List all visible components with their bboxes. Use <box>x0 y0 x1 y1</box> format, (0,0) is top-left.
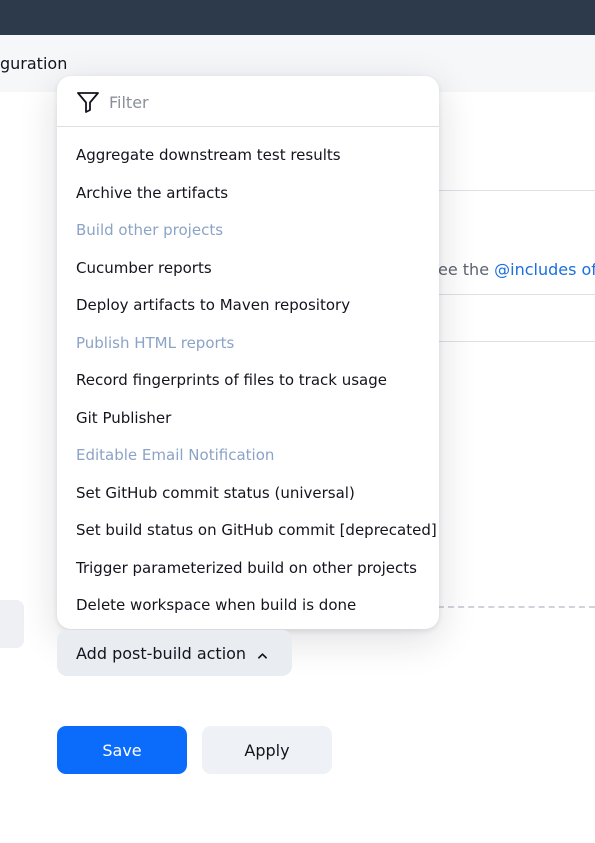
menu-item[interactable]: Set GitHub commit status (universal) <box>76 483 355 503</box>
filter-input[interactable] <box>109 89 409 115</box>
chevron-up-icon <box>258 652 267 659</box>
menu-item[interactable]: Aggregate downstream test results <box>76 145 341 165</box>
divider <box>438 341 595 342</box>
add-post-build-action-label: Add post-build action <box>76 643 247 663</box>
menu-item[interactable]: Trigger parameterized build on other pro… <box>76 558 417 578</box>
filter-row <box>57 76 439 127</box>
top-navigation-bar <box>0 0 595 35</box>
apply-button[interactable]: Apply <box>202 726 332 774</box>
menu-item[interactable]: Cucumber reports <box>76 258 212 278</box>
hint-prefix: ee the <box>438 260 495 279</box>
menu-item[interactable]: Git Publisher <box>76 408 171 428</box>
breadcrumb-current[interactable]: guration <box>0 54 67 73</box>
filter-icon <box>77 92 99 113</box>
save-button[interactable]: Save <box>57 726 187 774</box>
post-build-action-dropdown: Aggregate downstream test results Archive… <box>57 76 439 629</box>
background-control[interactable] <box>0 600 24 648</box>
includes-link[interactable]: @includes of A <box>494 260 595 279</box>
add-post-build-action-button[interactable]: Add post-build action <box>57 630 292 676</box>
menu-item[interactable]: Set build status on GitHub commit [depre… <box>76 520 437 540</box>
divider <box>438 190 595 191</box>
menu-item: Publish HTML reports <box>76 333 235 352</box>
menu-item: Editable Email Notification <box>76 446 275 464</box>
menu-item[interactable]: Delete workspace when build is done <box>76 595 356 615</box>
menu-item[interactable]: Record fingerprints of files to track us… <box>76 370 387 390</box>
menu-item: Build other projects <box>76 221 224 239</box>
divider <box>438 294 595 295</box>
menu-item[interactable]: Archive the artifacts <box>76 183 228 203</box>
dashed-separator <box>438 606 595 608</box>
menu-item[interactable]: Deploy artifacts to Maven repository <box>76 295 350 315</box>
background-hint-text: ee the @includes of A <box>438 260 595 279</box>
